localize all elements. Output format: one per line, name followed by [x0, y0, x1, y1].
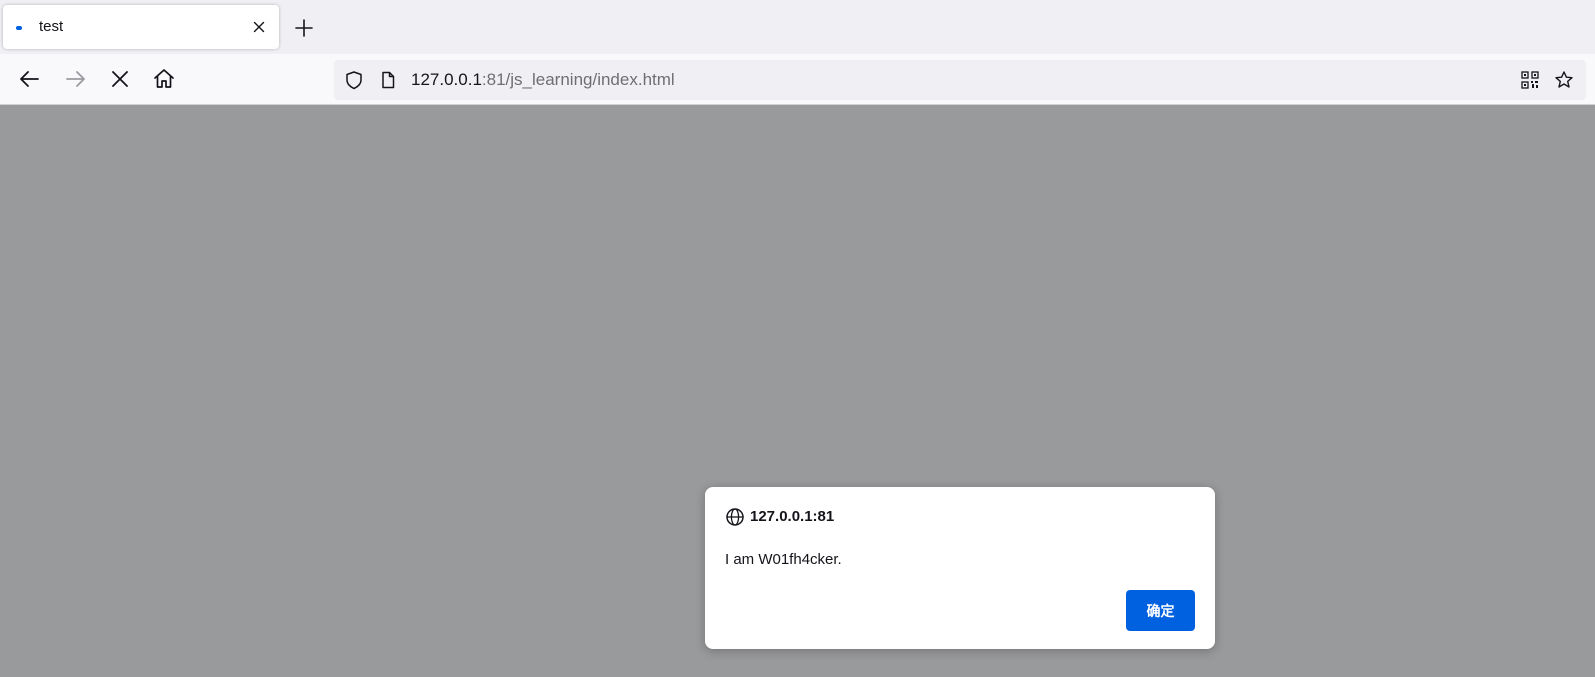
tab-loading-icon	[16, 26, 22, 30]
globe-icon	[726, 508, 744, 526]
plus-icon[interactable]	[293, 17, 315, 39]
dialog-message: I am W01fh4cker.	[725, 551, 842, 568]
home-icon[interactable]	[151, 66, 177, 92]
dialog-origin: 127.0.0.1:81	[750, 508, 835, 525]
close-icon[interactable]	[251, 19, 267, 35]
back-arrow-icon[interactable]	[17, 66, 43, 92]
url-text[interactable]: 127.0.0.1:81/js_learning/index.html	[411, 70, 675, 90]
url-host: 127.0.0.1	[411, 70, 482, 89]
ok-button[interactable]: 确定	[1126, 590, 1195, 631]
tab-bar: test	[0, 0, 1595, 54]
forward-arrow-icon[interactable]	[62, 66, 88, 92]
shield-icon[interactable]	[344, 70, 364, 90]
navigation-toolbar: 127.0.0.1:81/js_learning/index.html	[0, 54, 1595, 105]
page-icon[interactable]	[378, 70, 398, 90]
alert-dialog: 127.0.0.1:81 I am W01fh4cker. 确定	[705, 487, 1215, 649]
url-bar[interactable]: 127.0.0.1:81/js_learning/index.html	[334, 60, 1586, 100]
url-path: :81/js_learning/index.html	[481, 70, 675, 89]
stop-icon[interactable]	[107, 66, 133, 92]
qr-code-icon[interactable]	[1520, 70, 1540, 90]
tab-title: test	[39, 18, 64, 35]
tab-active[interactable]: test	[3, 5, 279, 49]
star-icon[interactable]	[1554, 70, 1574, 90]
